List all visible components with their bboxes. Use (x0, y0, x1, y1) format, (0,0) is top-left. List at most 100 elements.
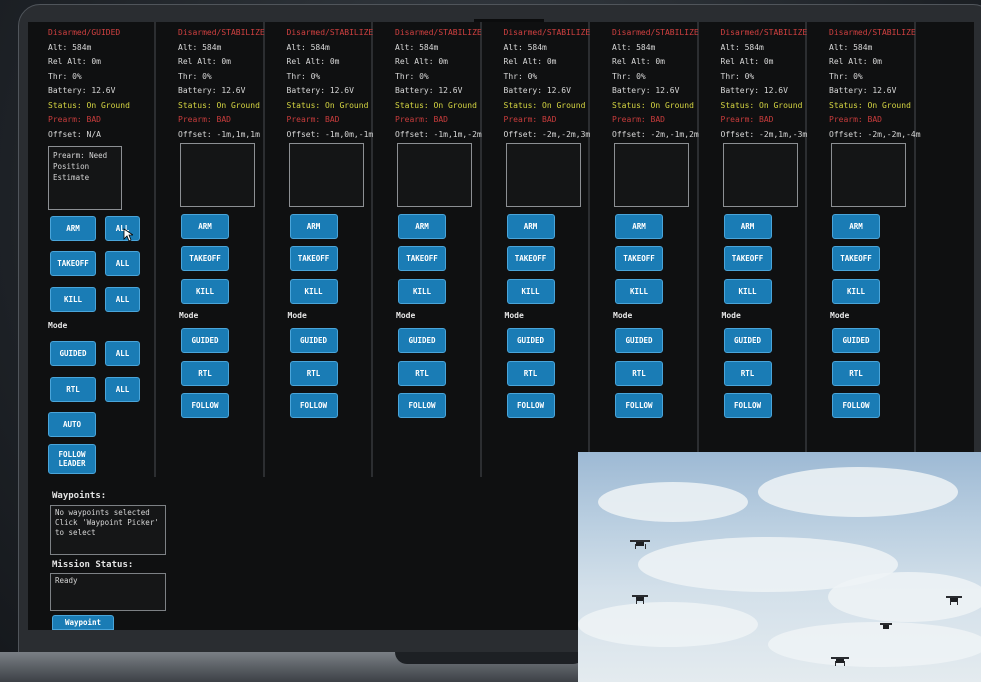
mode-label: Mode (721, 311, 741, 320)
guided-button[interactable]: GUIDED (832, 328, 880, 353)
takeoff-button[interactable]: TAKEOFF (506, 246, 555, 271)
kill-button[interactable]: KILL (832, 279, 880, 304)
guided-button[interactable]: GUIDED (398, 328, 446, 353)
guided-button[interactable]: GUIDED (50, 341, 96, 366)
takeoff-all-button[interactable]: ALL (105, 251, 140, 276)
follow-button[interactable]: FOLLOW (723, 393, 772, 418)
takeoff-button[interactable]: TAKEOFF (615, 246, 663, 271)
arm-button[interactable]: ARM (289, 214, 338, 239)
drone-offset: Offset: -2m,1m,-3m (720, 129, 808, 139)
mission-status-title: Mission Status: (52, 560, 134, 570)
rtl-button[interactable]: RTL (50, 377, 96, 402)
kill-button[interactable]: KILL (181, 279, 229, 304)
telemetry-4: Disarmed/STABILIZE Alt: 584m Rel Alt: 0m Th… (395, 26, 482, 142)
takeoff-button[interactable]: TAKEOFF (398, 246, 446, 271)
auto-button[interactable]: AUTO (48, 412, 96, 437)
drone-offset: Offset: N/A (48, 129, 101, 139)
drone-status: Status: On Ground (503, 100, 586, 110)
drone-alt: Alt: 584m (829, 42, 873, 52)
arm-button[interactable]: ARM (506, 214, 555, 239)
takeoff-button[interactable]: TAKEOFF (181, 246, 229, 271)
follow-button[interactable]: FOLLOW (398, 393, 446, 418)
drone-battery: Battery: 12.6V (829, 86, 897, 95)
mode-label: Mode (287, 311, 307, 320)
drone-battery: Battery: 12.6V (48, 86, 116, 95)
arm-button[interactable]: ARM (615, 214, 663, 239)
rtl-button[interactable]: RTL (506, 361, 555, 386)
follow-button[interactable]: FOLLOW (181, 393, 229, 418)
drone-throttle: Thr: 0% (48, 71, 82, 81)
waypoint-picker-button[interactable]: Waypoint (52, 615, 114, 630)
drone-throttle: Thr: 0% (720, 71, 755, 81)
takeoff-button[interactable]: TAKEOFF (723, 246, 772, 271)
kill-button[interactable]: KILL (50, 287, 96, 312)
drone-rel-alt: Rel Alt: 0m (395, 57, 448, 66)
guided-button[interactable]: GUIDED (615, 328, 663, 353)
takeoff-button[interactable]: TAKEOFF (832, 246, 880, 271)
drone-state: Disarmed/STABILIZE (503, 28, 591, 37)
rtl-button[interactable]: RTL (832, 361, 880, 386)
drone-battery: Battery: 12.6V (720, 86, 788, 95)
kill-button[interactable]: KILL (615, 279, 663, 304)
drone-status: Status: On Ground (395, 100, 477, 110)
kill-all-button[interactable]: ALL (105, 287, 140, 312)
drone-throttle: Thr: 0% (395, 71, 429, 81)
drone-battery: Battery: 12.6V (178, 86, 246, 95)
drone-battery: Battery: 12.6V (503, 86, 571, 95)
drone-column-1: Disarmed/GUIDED Alt: 584m Rel Alt: 0m Th… (28, 22, 156, 477)
drone-status: Status: On Ground (720, 100, 803, 110)
drone-status: Status: On Ground (178, 100, 260, 110)
rtl-button[interactable]: RTL (723, 361, 772, 386)
kill-button[interactable]: KILL (289, 279, 338, 304)
follow-leader-button[interactable]: FOLLOW LEADER (48, 444, 96, 474)
mode-label: Mode (504, 311, 524, 320)
drone-alt: Alt: 584m (612, 42, 656, 52)
kill-button[interactable]: KILL (398, 279, 446, 304)
rtl-button[interactable]: RTL (615, 361, 663, 386)
follow-button[interactable]: FOLLOW (615, 393, 663, 418)
rtl-button[interactable]: RTL (289, 361, 338, 386)
guided-button[interactable]: GUIDED (723, 328, 772, 353)
drone-alt: Alt: 584m (503, 42, 547, 52)
mode-label: Mode (179, 311, 199, 320)
mission-status-box: Ready (50, 573, 166, 611)
takeoff-button[interactable]: TAKEOFF (50, 251, 96, 276)
rtl-button[interactable]: RTL (181, 361, 229, 386)
follow-button[interactable]: FOLLOW (506, 393, 555, 418)
drone-state: Disarmed/STABILIZE (395, 28, 482, 37)
kill-button[interactable]: KILL (506, 279, 555, 304)
arm-button[interactable]: ARM (50, 216, 96, 241)
drone-rel-alt: Rel Alt: 0m (286, 57, 340, 66)
drone-message-box (288, 143, 364, 207)
arm-button[interactable]: ARM (181, 214, 229, 239)
drone-alt: Alt: 584m (48, 42, 92, 52)
follow-button[interactable]: FOLLOW (832, 393, 880, 418)
rtl-all-button[interactable]: ALL (105, 377, 140, 402)
drone-throttle: Thr: 0% (178, 71, 212, 81)
guided-all-button[interactable]: ALL (105, 341, 140, 366)
arm-button[interactable]: ARM (398, 214, 446, 239)
follow-button[interactable]: FOLLOW (289, 393, 338, 418)
drone-alt: Alt: 584m (178, 42, 222, 52)
drone-offset: Offset: -2m,-1m,2m (612, 129, 699, 139)
arm-button[interactable]: ARM (832, 214, 880, 239)
guided-button[interactable]: GUIDED (181, 328, 229, 353)
guided-button[interactable]: GUIDED (289, 328, 338, 353)
mode-label: Mode (613, 311, 633, 320)
guided-button[interactable]: GUIDED (506, 328, 555, 353)
drone-offset: Offset: -2m,-2m,3m (503, 129, 591, 139)
telemetry-6: Disarmed/STABILIZE Alt: 584m Rel Alt: 0m Th… (612, 26, 699, 142)
drone-prearm: Prearm: BAD (178, 115, 231, 124)
drone-message-box (505, 143, 581, 207)
drone-column-3: Disarmed/STABILIZE Alt: 584m Rel Alt: 0m Th… (265, 22, 373, 477)
drone-rel-alt: Rel Alt: 0m (178, 57, 231, 66)
drone-message-box: Prearm: Need Position Estimate (48, 146, 122, 210)
arm-button[interactable]: ARM (723, 214, 772, 239)
kill-button[interactable]: KILL (723, 279, 772, 304)
drone-battery: Battery: 12.6V (395, 86, 463, 95)
rtl-button[interactable]: RTL (398, 361, 446, 386)
takeoff-button[interactable]: TAKEOFF (289, 246, 338, 271)
drone-video-feed (578, 452, 981, 682)
drone-column-4: Disarmed/STABILIZE Alt: 584m Rel Alt: 0m Th… (373, 22, 482, 477)
drone-rel-alt: Rel Alt: 0m (612, 57, 665, 66)
